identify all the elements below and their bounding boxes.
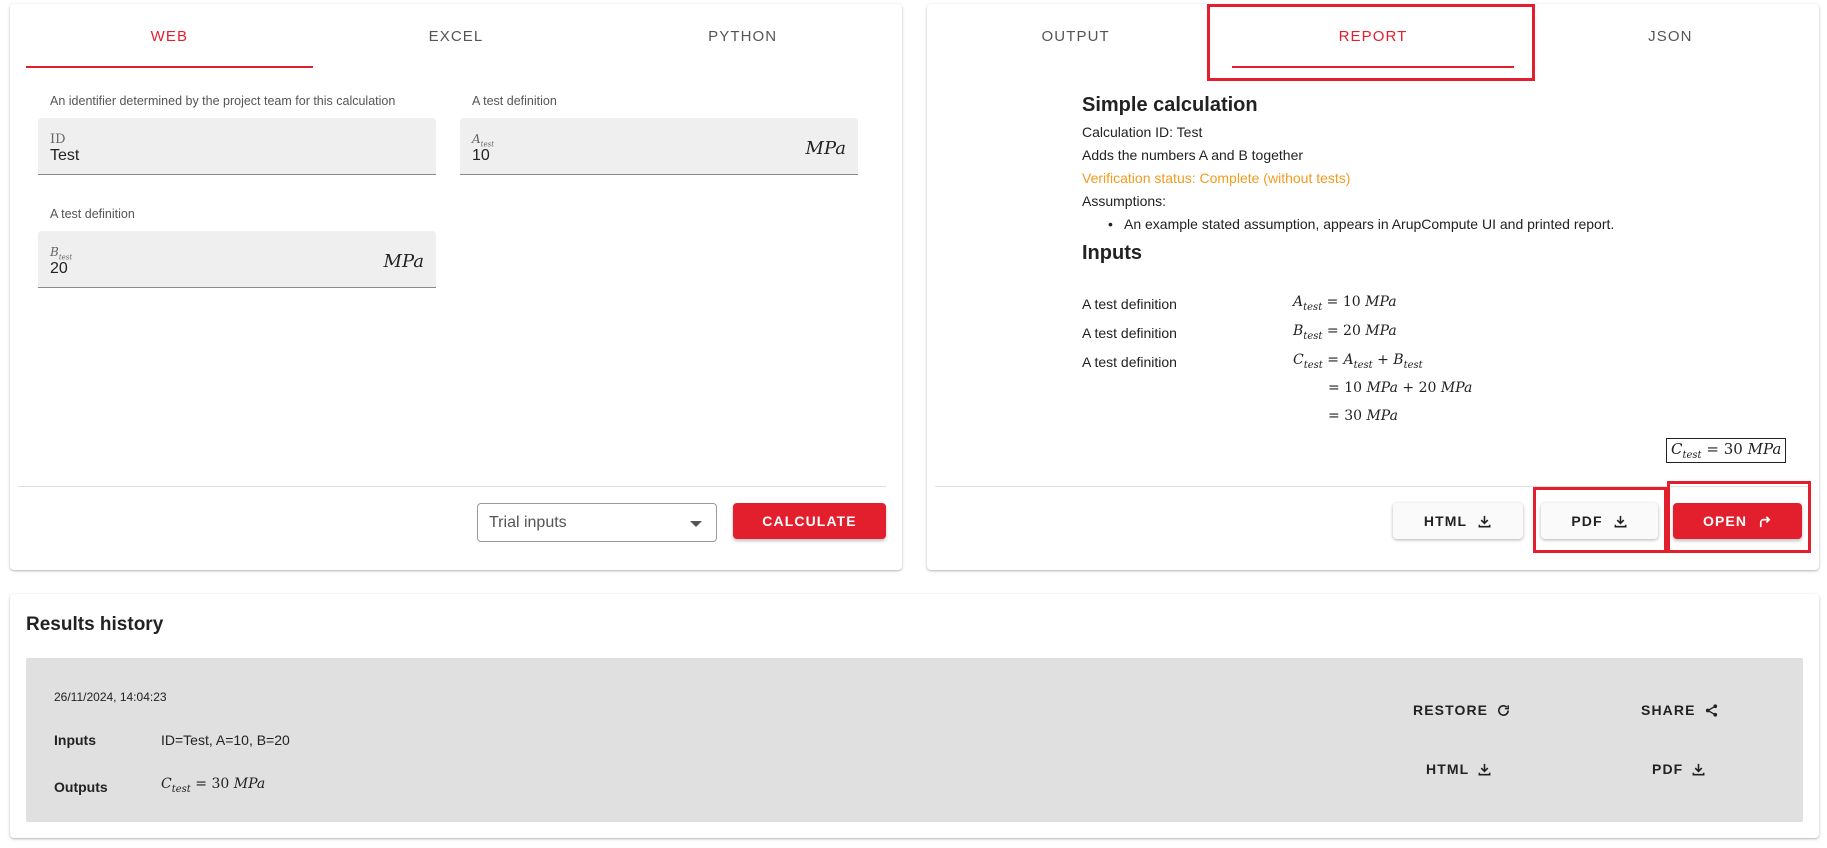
a-value: 10 [472,147,490,164]
report-row-label-a: A test definition [1082,296,1177,312]
restore-button[interactable]: RESTORE [1413,702,1511,718]
right-divider [935,486,1811,487]
download-icon [1478,763,1491,775]
history-pdf-label: PDF [1652,761,1684,777]
download-icon [1692,763,1705,775]
a-field-label: A test definition [472,94,557,108]
id-symbol: ID [50,132,66,147]
pdf-download-button[interactable]: PDF [1541,503,1658,539]
download-icon [1614,515,1627,527]
share-label: SHARE [1641,702,1696,718]
input-tabs: WEB EXCEL PYTHON [26,4,886,68]
history-html-label: HTML [1426,761,1470,777]
report-step-3: = 30 MPa [1328,408,1398,424]
result-box: Ctest = 30 MPa [1666,438,1787,463]
verification-status: Verification status: Complete (without t… [1082,170,1351,186]
dropdown-caret-icon [690,521,702,527]
b-test-input[interactable]: Btest 20 MPa [38,231,436,288]
a-test-input[interactable]: Atest 10 MPa [460,118,858,175]
refresh-icon [1498,704,1510,716]
report-step-2: = 10 MPa + 20 MPa [1328,380,1473,396]
share-icon [1705,703,1717,717]
calculate-label: CALCULATE [762,513,857,529]
report-content: Simple calculation Calculation ID: Test … [1082,94,1782,267]
report-row-eq-a: Atest = 10 MPa [1293,294,1397,313]
report-title: Simple calculation [1082,94,1258,116]
history-pdf-button[interactable]: PDF [1652,761,1706,777]
output-panel: OUTPUT REPORT JSON Simple calculation Ca… [927,4,1819,570]
tab-output[interactable]: OUTPUT [935,4,1216,68]
assumptions-heading: Assumptions: [1082,193,1167,209]
report-row-label-c: A test definition [1082,354,1177,370]
calculate-button[interactable]: CALCULATE [733,503,886,539]
results-history: Results history 26/11/2024, 14:04:23 Inp… [10,594,1819,838]
trial-inputs-select[interactable]: Trial inputs [477,503,717,542]
tab-excel[interactable]: EXCEL [313,4,600,68]
b-unit: MPa [383,251,424,272]
input-panel: WEB EXCEL PYTHON An identifier determine… [10,4,902,570]
tab-report[interactable]: REPORT [1232,4,1514,68]
id-value: Test [50,147,80,164]
share-button[interactable]: SHARE [1641,702,1719,718]
report-calc-id: Calculation ID: Test [1082,124,1203,140]
html-label: HTML [1423,513,1468,529]
inputs-heading: Inputs [1082,242,1142,264]
id-field-label: An identifier determined by the project … [50,94,396,108]
report-description: Adds the numbers A and B together [1082,147,1304,163]
open-button[interactable]: OPEN [1673,503,1802,539]
history-inputs-key: Inputs [54,732,96,748]
html-download-button[interactable]: HTML [1393,503,1523,539]
history-entry: 26/11/2024, 14:04:23 Inputs ID=Test, A=1… [26,658,1803,822]
report-row-label-b: A test definition [1082,325,1177,341]
history-outputs-value: Ctest = 30 MPa [161,776,266,795]
open-external-icon [1759,515,1771,527]
trial-inputs-text: Trial inputs [489,514,567,531]
open-label: OPEN [1702,513,1748,529]
b-field-label: A test definition [50,207,135,221]
tab-json[interactable]: JSON [1530,4,1811,68]
report-row-eq-b: Btest = 20 MPa [1293,323,1397,342]
history-timestamp: 26/11/2024, 14:04:23 [54,690,167,704]
history-inputs-value: ID=Test, A=10, B=20 [161,732,290,748]
assumption-item: An example stated assumption, appears in… [1108,213,1782,236]
report-row-eq-c: Ctest = Atest + Btest [1293,352,1423,371]
tab-python[interactable]: PYTHON [599,4,886,68]
a-unit: MPa [805,138,846,159]
restore-label: RESTORE [1413,702,1489,718]
download-icon [1478,515,1491,527]
history-html-button[interactable]: HTML [1426,761,1492,777]
left-divider [18,486,886,487]
history-title: Results history [26,614,164,635]
history-outputs-key: Outputs [54,779,108,795]
id-input[interactable]: ID Test [38,118,436,175]
pdf-label: PDF [1571,513,1603,529]
a-symbol: Atest [472,132,495,149]
b-value: 20 [50,260,68,277]
tab-web[interactable]: WEB [26,4,313,68]
b-symbol: Btest [50,245,73,262]
output-tabs: OUTPUT REPORT JSON [935,4,1811,68]
